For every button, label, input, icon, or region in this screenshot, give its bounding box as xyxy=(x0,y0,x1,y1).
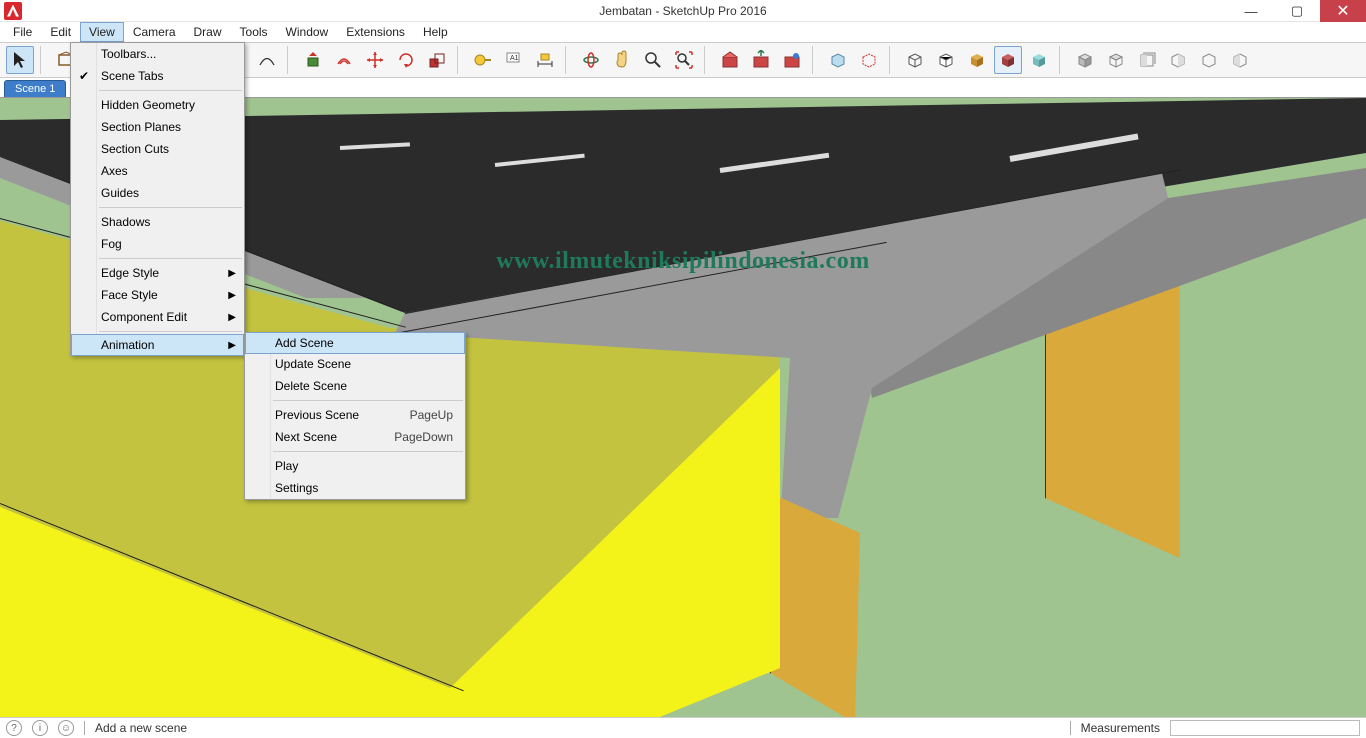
dd-edge-style[interactable]: Edge Style▶ xyxy=(71,262,244,284)
menu-tools[interactable]: Tools xyxy=(231,22,277,42)
submenu-arrow-icon: ▶ xyxy=(228,340,236,351)
tool-dimension[interactable] xyxy=(531,46,559,74)
sub-play[interactable]: Play xyxy=(245,455,465,477)
title-bar: Jembatan - SketchUp Pro 2016 — ▢ ✕ xyxy=(0,0,1366,22)
dd-animation[interactable]: Animation▶ xyxy=(71,334,244,356)
measurements-label: Measurements xyxy=(1081,721,1160,735)
sub-previous-scene[interactable]: Previous ScenePageUp xyxy=(245,404,465,426)
user-icon[interactable]: ☺ xyxy=(58,720,74,736)
tool-shaded[interactable] xyxy=(963,46,991,74)
maximize-button[interactable]: ▢ xyxy=(1274,0,1320,22)
close-button[interactable]: ✕ xyxy=(1320,0,1366,22)
menu-camera[interactable]: Camera xyxy=(124,22,185,42)
info-icon[interactable]: i xyxy=(32,720,48,736)
tool-back-view[interactable] xyxy=(1195,46,1223,74)
dd-toolbars[interactable]: Toolbars... xyxy=(71,43,244,65)
tool-iso-view[interactable] xyxy=(1071,46,1099,74)
menu-view[interactable]: View xyxy=(80,22,124,42)
tool-3d-warehouse[interactable] xyxy=(716,46,744,74)
menu-bar: File Edit View Camera Draw Tools Window … xyxy=(0,22,1366,42)
app-icon xyxy=(4,2,22,20)
tool-monochrome[interactable] xyxy=(1025,46,1053,74)
tool-right-view[interactable] xyxy=(1164,46,1192,74)
dd-shadows[interactable]: Shadows xyxy=(71,211,244,233)
tool-rotate[interactable] xyxy=(392,46,420,74)
tool-extension-warehouse[interactable] xyxy=(778,46,806,74)
scene-tab-1[interactable]: Scene 1 xyxy=(4,80,66,97)
dd-face-style[interactable]: Face Style▶ xyxy=(71,284,244,306)
dd-fog[interactable]: Fog xyxy=(71,233,244,255)
sub-settings[interactable]: Settings xyxy=(245,477,465,499)
minimize-button[interactable]: — xyxy=(1228,0,1274,22)
tool-push-pull[interactable] xyxy=(299,46,327,74)
tool-tape-measure[interactable] xyxy=(469,46,497,74)
check-icon: ✔ xyxy=(79,69,89,83)
tool-shaded-textures[interactable] xyxy=(994,46,1022,74)
tool-front-view[interactable] xyxy=(1133,46,1161,74)
animation-submenu: Add Scene Update Scene Delete Scene Prev… xyxy=(244,332,466,500)
svg-text:A1: A1 xyxy=(510,55,519,62)
tool-left-view[interactable] xyxy=(1226,46,1254,74)
dd-guides[interactable]: Guides xyxy=(71,182,244,204)
tool-xray[interactable] xyxy=(824,46,852,74)
window-title: Jembatan - SketchUp Pro 2016 xyxy=(599,4,766,18)
measurements-input[interactable] xyxy=(1170,720,1360,736)
tool-select[interactable] xyxy=(6,46,34,74)
dd-hidden-geometry[interactable]: Hidden Geometry xyxy=(71,94,244,116)
help-icon[interactable]: ? xyxy=(6,720,22,736)
tool-scale[interactable] xyxy=(423,46,451,74)
menu-draw[interactable]: Draw xyxy=(185,22,231,42)
menu-help[interactable]: Help xyxy=(414,22,457,42)
tool-share-model[interactable] xyxy=(747,46,775,74)
pier-near xyxy=(770,493,890,718)
sub-add-scene[interactable]: Add Scene xyxy=(245,332,465,354)
dd-scene-tabs[interactable]: ✔Scene Tabs xyxy=(71,65,244,87)
menu-window[interactable]: Window xyxy=(277,22,338,42)
tool-text[interactable]: A1 xyxy=(500,46,528,74)
tool-back-edges[interactable] xyxy=(855,46,883,74)
dd-section-planes[interactable]: Section Planes xyxy=(71,116,244,138)
submenu-arrow-icon: ▶ xyxy=(228,268,236,279)
dd-axes[interactable]: Axes xyxy=(71,160,244,182)
tool-zoom[interactable] xyxy=(639,46,667,74)
tool-arc[interactable] xyxy=(253,46,281,74)
dd-component-edit[interactable]: Component Edit▶ xyxy=(71,306,244,328)
view-dropdown: Toolbars... ✔Scene Tabs Hidden Geometry … xyxy=(70,42,245,356)
tool-zoom-extents[interactable] xyxy=(670,46,698,74)
tool-move[interactable] xyxy=(361,46,389,74)
tool-hidden-line[interactable] xyxy=(932,46,960,74)
tool-orbit[interactable] xyxy=(577,46,605,74)
status-bar: ? i ☺ Add a new scene Measurements xyxy=(0,718,1366,738)
sub-update-scene[interactable]: Update Scene xyxy=(245,353,465,375)
status-hint: Add a new scene xyxy=(95,721,187,735)
tool-offset[interactable] xyxy=(330,46,358,74)
tool-top-view[interactable] xyxy=(1102,46,1130,74)
menu-edit[interactable]: Edit xyxy=(41,22,80,42)
menu-extensions[interactable]: Extensions xyxy=(337,22,414,42)
watermark-text: www.ilmutekniksipilindonesia.com xyxy=(496,248,869,275)
menu-file[interactable]: File xyxy=(4,22,41,42)
window-controls: — ▢ ✕ xyxy=(1228,0,1366,22)
tool-wireframe[interactable] xyxy=(901,46,929,74)
submenu-arrow-icon: ▶ xyxy=(228,290,236,301)
sub-delete-scene[interactable]: Delete Scene xyxy=(245,375,465,397)
dd-section-cuts[interactable]: Section Cuts xyxy=(71,138,244,160)
submenu-arrow-icon: ▶ xyxy=(228,312,236,323)
sub-next-scene[interactable]: Next ScenePageDown xyxy=(245,426,465,448)
tool-pan[interactable] xyxy=(608,46,636,74)
